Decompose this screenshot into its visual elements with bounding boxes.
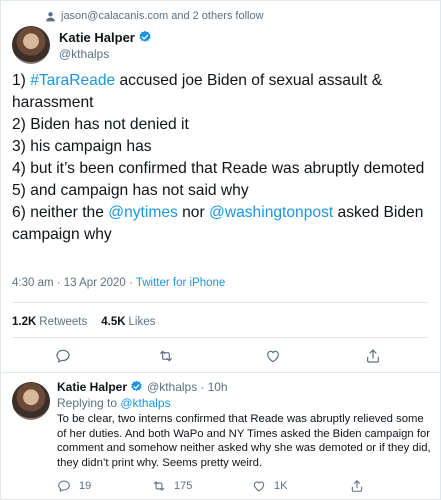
likes-label: Likes [128,316,156,328]
tweet-stats: 1.2K Retweets 4.5K Likes [12,316,155,328]
reply-author-name[interactable]: Katie Halper [57,380,127,394]
author-name[interactable]: Katie Halper [59,30,135,45]
avatar[interactable] [12,26,50,64]
hashtag-link[interactable]: #TaraReade [30,72,115,89]
mention-link-nytimes[interactable]: @nytimes [108,204,178,221]
share-icon [351,480,363,492]
divider [12,302,429,303]
line-text: 6) neither the [12,204,109,221]
reply-tweet[interactable]: Katie Halper @kthalps · 10h Replying to … [0,378,441,500]
divider [0,372,441,373]
tweet-line-6: 6) neither the @nytimes nor @washingtonp… [12,202,432,246]
replying-prefix: Replying to [57,396,121,410]
line-text: nor [177,204,209,221]
reply-author-handle[interactable]: @kthalps [147,380,197,394]
timestamp[interactable]: 4:30 am · 13 Apr 2020 [12,277,126,289]
mention-link-washingtonpost[interactable]: @washingtonpost [209,204,333,221]
source-link[interactable]: Twitter for iPhone [136,277,225,289]
retweets-label: Retweets [39,316,88,328]
reply-share-button[interactable] [350,479,372,493]
replying-to-link[interactable]: @kthalps [120,396,170,410]
reply-count: 19 [79,480,92,492]
verified-badge-icon [130,380,144,394]
retweet-icon[interactable] [158,348,174,364]
like-icon[interactable] [265,348,281,364]
social-context-text: jason@calacanis.com and 2 others follow [61,10,264,22]
reply-icon[interactable] [55,348,71,364]
reply-text: To be clear, two interns confirmed that … [57,413,431,469]
tweet-text: 1) #TaraReade accused joe Biden of sexua… [12,70,432,246]
retweet-icon [153,481,165,491]
reply-time[interactable]: · 10h [200,380,227,394]
replying-to: Replying to @kthalps [57,396,435,410]
retweets-stat[interactable]: 1.2K Retweets [12,316,87,328]
tweet-line-3: 3) his campaign has [12,138,152,155]
retweets-count: 1.2K [12,316,37,328]
tweet-line-4: 4) but it’s been confirmed that Reade wa… [12,160,425,177]
verified-badge-icon [138,30,152,44]
reply-retweet-button[interactable]: 175 [152,479,192,493]
line-text: 1) [12,72,31,89]
like-count: 1K [274,480,288,492]
divider [12,337,429,338]
likes-stat[interactable]: 4.5K Likes [101,316,155,328]
avatar[interactable] [12,382,50,420]
tweet-line-5: 5) and campaign has not said why [12,182,249,199]
tweet-line-1: 1) #TaraReade accused joe Biden of sexua… [12,70,432,114]
likes-count: 4.5K [101,316,126,328]
share-icon[interactable] [365,348,381,364]
reply-reply-button[interactable]: 19 [57,479,91,493]
separator: · [125,277,136,289]
reply-actions: 19 175 1K [57,479,437,495]
reply-icon [58,480,70,492]
like-icon [253,481,265,492]
person-icon [44,10,57,23]
tweet-author[interactable]: Katie Halper @kthalps [12,26,152,64]
retweet-count: 175 [174,480,193,492]
tweet-line-2: 2) Biden has not denied it [12,116,189,133]
tweet-actions [0,345,441,367]
tweet-metadata: 4:30 am · 13 Apr 2020 · Twitter for iPho… [12,277,225,289]
social-context[interactable]: jason@calacanis.com and 2 others follow [44,9,264,23]
reply-like-button[interactable]: 1K [252,479,287,493]
author-handle[interactable]: @kthalps [59,47,152,61]
